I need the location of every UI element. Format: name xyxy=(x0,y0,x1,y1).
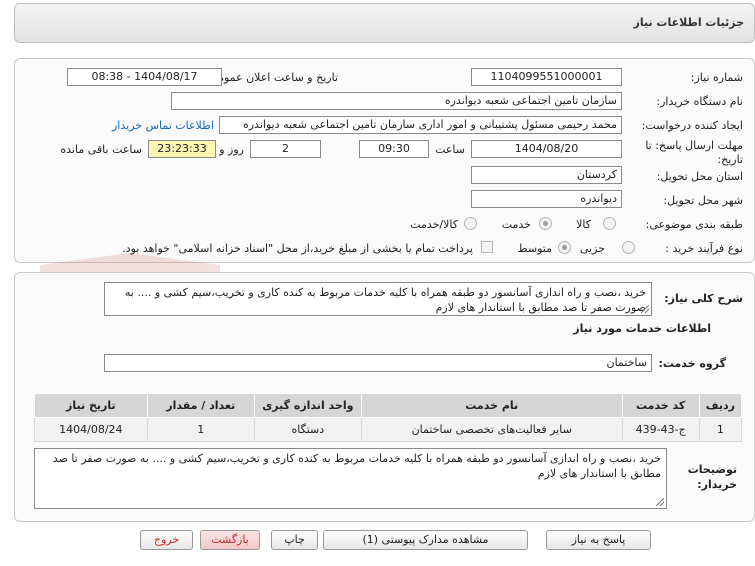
deadline-date-field: 1404/08/20 xyxy=(471,140,622,158)
deadline-time-label: ساعت xyxy=(435,143,465,156)
buyer-org-label: نام دستگاه خریدار: xyxy=(656,95,743,108)
summary-textarea: خرید ،نصب و راه اندازی آسانسور دو طبقه ه… xyxy=(104,282,652,316)
cell-quantity: 1 xyxy=(146,417,255,442)
cell-unit: دستگاه xyxy=(253,417,362,442)
col-service-name: نام خدمت xyxy=(360,393,623,418)
col-service-code: کد خدمت xyxy=(621,393,700,418)
page-title: جزئیات اطلاعات نیاز xyxy=(633,16,745,29)
province-label: استان محل تحویل: xyxy=(656,170,743,183)
page-header: جزئیات اطلاعات نیاز xyxy=(14,3,755,43)
service-group-field: ساختمان xyxy=(104,354,652,372)
need-number-field: 1104099551000001 xyxy=(471,68,622,86)
process-radio-minor[interactable] xyxy=(622,241,635,254)
resize-handle-icon[interactable] xyxy=(641,305,649,313)
col-unit: واحد اندازه گیری xyxy=(253,393,362,418)
remaining-time-label: ساعت باقی مانده xyxy=(60,143,142,156)
process-label: نوع فرآیند خرید : xyxy=(665,242,743,255)
reply-button[interactable]: پاسخ به نیاز xyxy=(546,530,651,550)
category-option-service: خدمت xyxy=(501,218,531,231)
cell-row-number: 1 xyxy=(698,417,743,442)
category-radio-goods-service[interactable] xyxy=(464,217,477,230)
service-group-label: گروه خدمت: xyxy=(658,357,726,370)
days-label: روز و xyxy=(219,143,244,156)
announce-date-field: 1404/08/17 - 08:38 xyxy=(67,68,222,86)
buyer-org-field: سازمان تامین اجتماعی شعبه دیواندره xyxy=(171,92,622,110)
requester-label: ایجاد کننده درخواست: xyxy=(641,119,743,132)
cell-need-date: 1404/08/24 xyxy=(34,417,148,442)
days-field: 2 xyxy=(250,140,321,158)
col-quantity: تعداد / مقدار xyxy=(146,393,255,418)
category-option-goods-service: کالا/خدمت xyxy=(410,218,458,231)
buyer-notes-label: توضیحات خریدار: xyxy=(687,463,737,491)
category-label: طبقه بندی موضوعی: xyxy=(645,218,743,231)
resize-handle-icon[interactable] xyxy=(656,498,664,506)
print-button[interactable]: چاپ xyxy=(271,530,318,550)
summary-label: شرح کلی نیاز: xyxy=(664,292,743,305)
process-option-medium: متوسط xyxy=(517,242,552,255)
announce-date-label: تاریخ و ساعت اعلان عمومی: xyxy=(205,71,338,84)
buyer-notes-textarea: خرید ،نصب و راه اندازی آسانسور دو طبقه ه… xyxy=(34,448,667,509)
category-radio-service[interactable] xyxy=(539,217,552,230)
deadline-time-field: 09:30 xyxy=(359,140,429,158)
requester-field: محمد رحیمی مسئول پشتیبانی و امور اداری س… xyxy=(219,116,622,134)
summary-text: خرید ،نصب و راه اندازی آسانسور دو طبقه ه… xyxy=(124,286,646,314)
col-need-date: تاریخ نیاز xyxy=(34,393,148,418)
cell-service-code: ج-43-439 xyxy=(621,417,700,442)
table-row[interactable]: 1 ج-43-439 سایر فعالیت‌های تخصصی ساختمان… xyxy=(34,417,743,442)
province-field: کردستان xyxy=(471,166,622,184)
need-number-label: شماره نیاز: xyxy=(690,71,743,84)
category-radio-goods[interactable] xyxy=(603,217,616,230)
exit-button[interactable]: خروج xyxy=(140,530,193,550)
deadline-label: مهلت ارسال پاسخ: تا تاریخ: xyxy=(645,139,743,166)
view-attachments-button[interactable]: مشاهده مدارک پیوستی (1) xyxy=(323,530,528,550)
services-section-title: اطلاعات خدمات مورد نیاز xyxy=(573,322,711,335)
city-field: دیواندره xyxy=(471,190,622,208)
process-radio-medium[interactable] xyxy=(558,241,571,254)
buyer-contact-link[interactable]: اطلاعات تماس خریدار xyxy=(112,119,214,132)
cell-service-name: سایر فعالیت‌های تخصصی ساختمان xyxy=(360,417,623,442)
table-header-row: ردیف کد خدمت نام خدمت واحد اندازه گیری ت… xyxy=(34,393,743,418)
back-button[interactable]: بازگشت xyxy=(200,530,260,550)
treasury-payment-checkbox[interactable] xyxy=(481,241,493,253)
city-label: شهر محل تحویل: xyxy=(663,194,743,207)
remaining-time-field: 23:23:33 xyxy=(148,140,216,158)
col-row-number: ردیف xyxy=(698,393,743,418)
treasury-payment-note: پرداخت تمام یا بخشی از مبلغ خرید،از محل … xyxy=(122,242,473,255)
buyer-notes-text: خرید ،نصب و راه اندازی آسانسور دو طبقه ه… xyxy=(52,452,661,480)
process-option-minor: جزیی xyxy=(579,242,605,255)
services-table: ردیف کد خدمت نام خدمت واحد اندازه گیری ت… xyxy=(34,393,743,442)
category-option-goods: کالا xyxy=(576,218,591,231)
